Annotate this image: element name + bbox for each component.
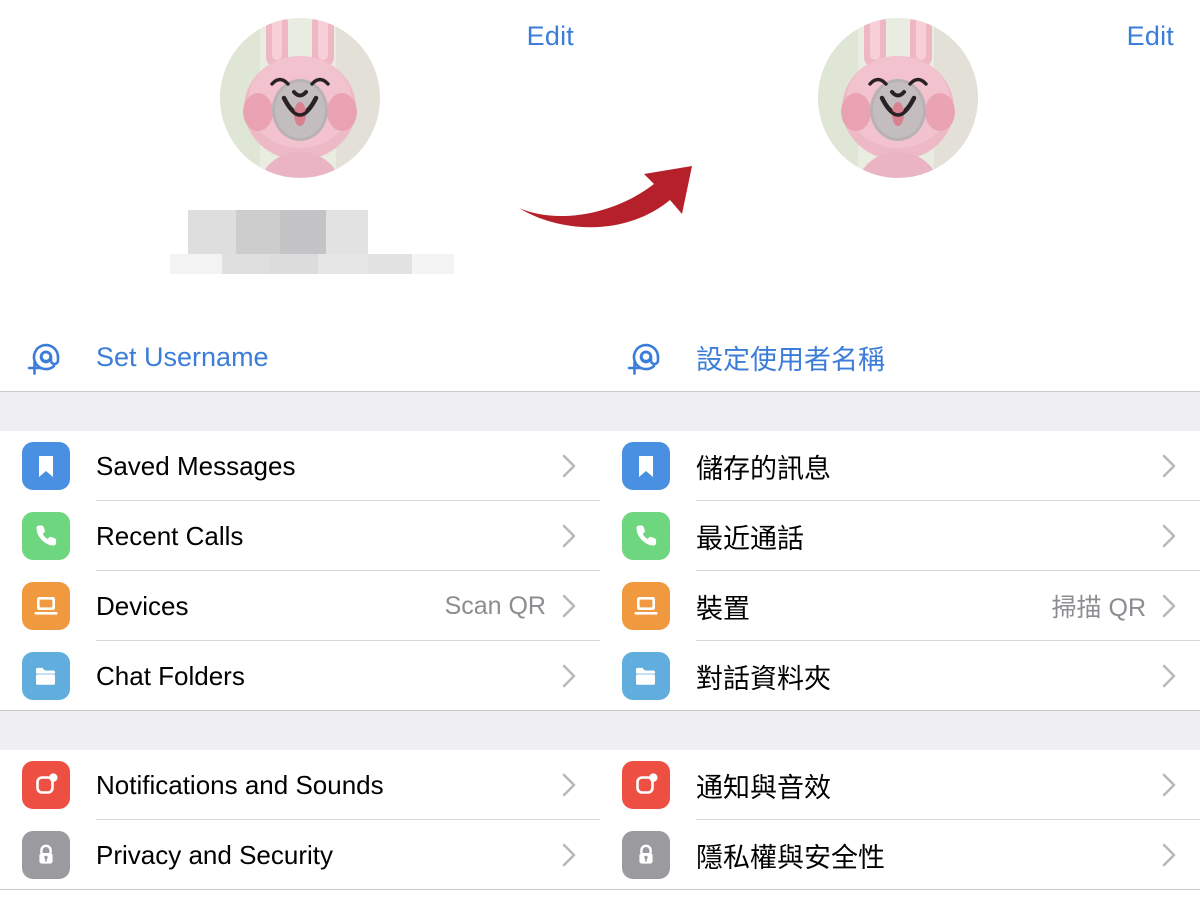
row-separator <box>696 889 1200 890</box>
list-item-label: 最近通話 <box>696 523 804 554</box>
section-gap <box>600 392 1200 431</box>
main-group-english: Saved Messages Recent Calls Devices Scan… <box>0 431 600 711</box>
list-item-chat-folders[interactable]: Chat Folders <box>0 641 600 711</box>
section-gap <box>600 711 1200 750</box>
chevron-right-icon <box>1162 773 1176 797</box>
chevron-right-icon <box>562 524 576 548</box>
display-name-redacted <box>170 196 454 274</box>
folder-icon <box>22 652 70 700</box>
chevron-right-icon <box>562 594 576 618</box>
list-item-label: 對話資料夾 <box>696 663 831 694</box>
bell-badge-icon <box>22 761 70 809</box>
settings-panel-english: Edit Set Username Saved Messages Recent … <box>0 0 600 900</box>
list-item-label: Recent Calls <box>96 520 244 551</box>
chevron-right-icon <box>562 454 576 478</box>
list-item-saved-messages[interactable]: 儲存的訊息 <box>600 431 1200 501</box>
at-badge-plus-icon <box>22 333 70 381</box>
chevron-right-icon <box>562 664 576 688</box>
list-item-recent-calls[interactable]: 最近通話 <box>600 501 1200 571</box>
settings-comparison-screen: Edit Set Username Saved Messages Recent … <box>0 0 1200 900</box>
list-item-label: 隱私權與安全性 <box>696 842 885 873</box>
chevron-right-icon <box>1162 843 1176 867</box>
laptop-icon <box>622 582 670 630</box>
list-item-label: Devices <box>96 590 189 621</box>
profile-header-chinese: Edit <box>600 0 1200 322</box>
list-item-privacy-and-security[interactable]: Privacy and Security <box>0 820 600 890</box>
chevron-right-icon <box>1162 664 1176 688</box>
avatar[interactable] <box>818 18 978 178</box>
list-item-label: Notifications and Sounds <box>96 769 384 800</box>
lock-icon <box>622 831 670 879</box>
privacy-group-english: Notifications and Sounds Privacy and Sec… <box>0 750 600 890</box>
list-item-label: Privacy and Security <box>96 839 333 870</box>
username-group-english: Set Username <box>0 322 600 392</box>
profile-header-english: Edit <box>0 0 600 322</box>
chevron-right-icon <box>1162 594 1176 618</box>
list-item-label: 通知與音效 <box>696 772 831 803</box>
sidebar-item-set-username[interactable]: 設定使用者名稱 <box>600 322 1200 392</box>
lock-icon <box>22 831 70 879</box>
chevron-right-icon <box>562 773 576 797</box>
avatar[interactable] <box>220 18 380 178</box>
phone-icon <box>22 512 70 560</box>
list-item-label: 儲存的訊息 <box>696 453 831 484</box>
list-item-privacy-and-security[interactable]: 隱私權與安全性 <box>600 820 1200 890</box>
list-item-saved-messages[interactable]: Saved Messages <box>0 431 600 501</box>
bookmark-icon <box>22 442 70 490</box>
list-item-devices[interactable]: 裝置 掃描 QR <box>600 571 1200 641</box>
list-item-label: 裝置 <box>696 593 750 624</box>
panel-divider <box>600 0 601 900</box>
section-gap <box>0 711 600 750</box>
laptop-icon <box>22 582 70 630</box>
folder-icon <box>622 652 670 700</box>
list-item-notifications-and-sounds[interactable]: Notifications and Sounds <box>0 750 600 820</box>
sidebar-item-label: Set Username <box>96 341 269 372</box>
privacy-group-chinese: 通知與音效 隱私權與安全性 <box>600 750 1200 890</box>
username-group-chinese: 設定使用者名稱 <box>600 322 1200 392</box>
list-item-chat-folders[interactable]: 對話資料夾 <box>600 641 1200 711</box>
list-item-label: Saved Messages <box>96 450 296 481</box>
list-item-value: 掃描 QR <box>1051 594 1146 622</box>
phone-icon <box>622 512 670 560</box>
chevron-right-icon <box>562 843 576 867</box>
main-group-chinese: 儲存的訊息 最近通話 裝置 掃描 QR 對話資料夾 <box>600 431 1200 711</box>
list-item-recent-calls[interactable]: Recent Calls <box>0 501 600 571</box>
sidebar-item-label: 設定使用者名稱 <box>696 344 885 375</box>
list-item-value: Scan QR <box>444 591 546 620</box>
chevron-right-icon <box>1162 524 1176 548</box>
edit-button[interactable]: Edit <box>1127 21 1174 52</box>
edit-button[interactable]: Edit <box>527 21 574 52</box>
at-badge-plus-icon <box>622 333 670 381</box>
section-gap <box>0 392 600 431</box>
settings-panel-chinese: Edit 設定使用者名稱 儲存的訊息 最近通話 裝置 掃描 QR 對話資料夾 通… <box>600 0 1200 900</box>
bell-badge-icon <box>622 761 670 809</box>
bookmark-icon <box>622 442 670 490</box>
chevron-right-icon <box>1162 454 1176 478</box>
list-item-notifications-and-sounds[interactable]: 通知與音效 <box>600 750 1200 820</box>
sidebar-item-set-username[interactable]: Set Username <box>0 322 600 392</box>
row-separator <box>96 889 600 890</box>
list-item-label: Chat Folders <box>96 660 245 691</box>
list-item-devices[interactable]: Devices Scan QR <box>0 571 600 641</box>
